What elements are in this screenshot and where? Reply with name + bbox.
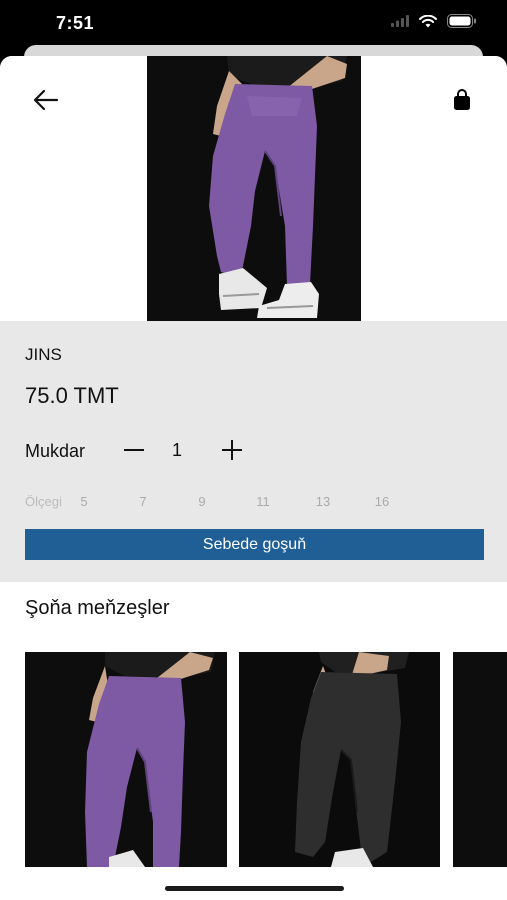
product-sheet: JINS 75.0 TMT Mukdar 1 Ölçegi 5 7 9 11 1… bbox=[0, 56, 507, 900]
back-button[interactable] bbox=[30, 86, 62, 114]
similar-product-card[interactable] bbox=[239, 652, 440, 867]
product-photo bbox=[147, 56, 361, 321]
home-indicator[interactable] bbox=[165, 886, 344, 891]
shopping-bag-icon bbox=[454, 89, 470, 110]
add-to-cart-button[interactable]: Sebede goşuň bbox=[25, 529, 484, 560]
purple-jeans-photo bbox=[25, 652, 227, 867]
status-time: 7:51 bbox=[56, 13, 95, 33]
size-label: Ölçegi bbox=[25, 494, 62, 509]
similar-product-card[interactable] bbox=[25, 652, 227, 867]
quantity-value: 1 bbox=[171, 440, 182, 460]
quantity-decrease-button[interactable] bbox=[121, 437, 147, 463]
wifi-icon bbox=[419, 14, 437, 27]
similar-section-title: Şoňa meňzeşler bbox=[25, 597, 170, 619]
product-price: 75.0 TMT bbox=[25, 383, 119, 408]
size-option[interactable]: 16 bbox=[367, 494, 397, 509]
size-option[interactable]: 5 bbox=[69, 494, 99, 509]
size-selector: Ölçegi 5 7 9 11 13 16 bbox=[25, 494, 445, 512]
status-bar: 7:51 bbox=[0, 0, 507, 48]
battery-icon bbox=[447, 14, 476, 28]
arrow-left-icon bbox=[33, 89, 59, 111]
similar-products-list[interactable] bbox=[0, 652, 507, 867]
size-option[interactable]: 9 bbox=[187, 494, 217, 509]
minus-icon bbox=[124, 449, 144, 451]
quantity-label: Mukdar bbox=[25, 441, 86, 461]
dark-photo bbox=[453, 652, 507, 867]
product-name: JINS bbox=[25, 345, 62, 364]
cart-button[interactable] bbox=[450, 88, 474, 112]
size-option[interactable]: 11 bbox=[248, 494, 278, 509]
bottom-safe-area bbox=[0, 867, 507, 900]
quantity-increase-button[interactable] bbox=[219, 437, 245, 463]
plus-icon bbox=[222, 440, 242, 460]
signal-icon bbox=[391, 15, 409, 27]
product-hero bbox=[0, 56, 507, 321]
size-option[interactable]: 13 bbox=[308, 494, 338, 509]
status-icons bbox=[391, 14, 477, 28]
similar-product-card[interactable] bbox=[453, 652, 507, 867]
black-jeans-photo bbox=[239, 652, 440, 867]
product-details: JINS 75.0 TMT Mukdar 1 Ölçegi 5 7 9 11 1… bbox=[0, 321, 507, 582]
size-option[interactable]: 7 bbox=[128, 494, 158, 509]
